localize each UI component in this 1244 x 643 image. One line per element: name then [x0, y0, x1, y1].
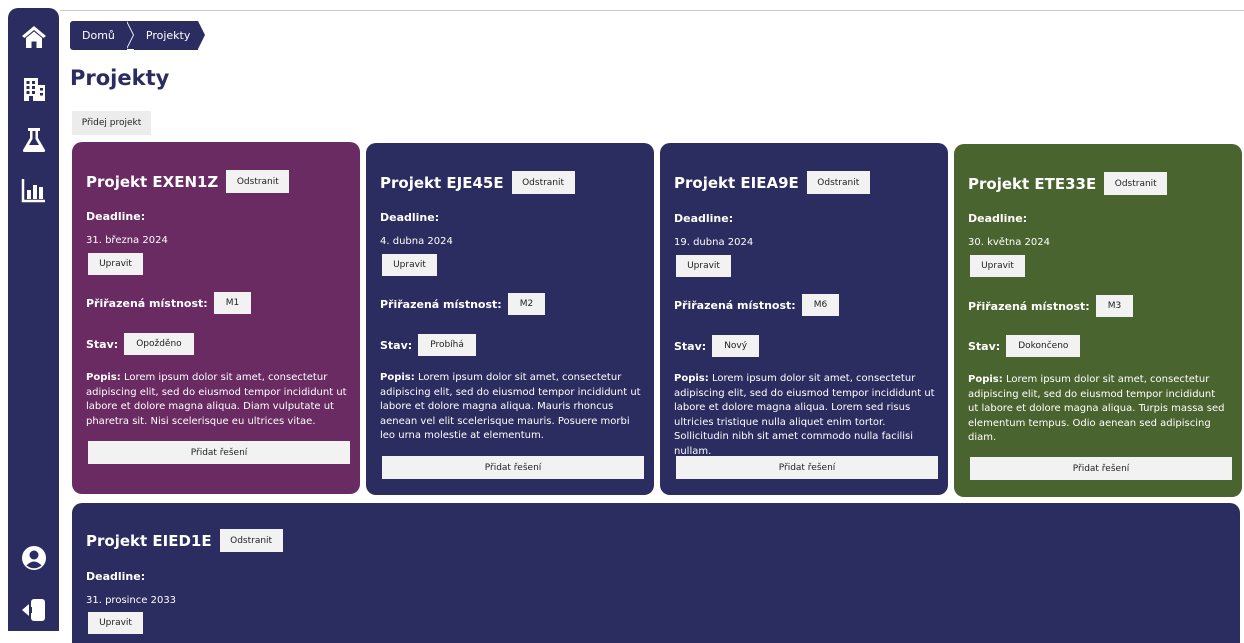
- page-title: Projekty: [70, 66, 170, 90]
- project-card: Projekt ETE33E Odstranit Deadline: 30. k…: [954, 144, 1242, 497]
- breadcrumb-projects-label: Projekty: [145, 29, 191, 42]
- breadcrumb-separator: [125, 20, 134, 49]
- project-card: Projekt EIED1E Odstranit Deadline: 31. p…: [72, 503, 1240, 643]
- status-label: Stav:: [86, 337, 119, 351]
- deadline-label: Deadline:: [674, 212, 734, 225]
- deadline-label: Deadline:: [86, 210, 146, 223]
- status-label: Stav:: [674, 339, 707, 353]
- status-select[interactable]: Probíhá: [418, 334, 476, 356]
- deadline-value: 31. března 2024: [86, 235, 168, 246]
- remove-project-button[interactable]: Odstranit: [806, 171, 870, 194]
- sidebar: [8, 8, 59, 631]
- logout-icon: [22, 599, 45, 621]
- sidebar-item-home[interactable]: [19, 22, 49, 52]
- status-row: Stav: Opožděno: [86, 333, 194, 355]
- room-label: Přiřazená místnost:: [674, 298, 796, 312]
- breadcrumb-home-label: Domů: [82, 29, 115, 42]
- user-icon: [22, 546, 46, 570]
- status-select[interactable]: Opožděno: [124, 333, 194, 355]
- room-label: Přiřazená místnost:: [380, 297, 502, 311]
- deadline-value: 19. dubna 2024: [674, 237, 754, 248]
- breadcrumb: Domů Projekty: [70, 20, 206, 50]
- edit-deadline-button[interactable]: Upravit: [970, 255, 1025, 277]
- status-label: Stav:: [968, 339, 1001, 353]
- room-select[interactable]: M1: [213, 292, 252, 314]
- building-icon: [24, 78, 45, 101]
- top-divider: [60, 10, 1244, 11]
- description-text: Lorem ipsum dolor sit amet, consectetur …: [674, 373, 935, 457]
- deadline-label: Deadline:: [968, 212, 1028, 225]
- sidebar-item-logout[interactable]: [19, 595, 49, 625]
- remove-project-button[interactable]: Odstranit: [226, 170, 290, 193]
- remove-project-button[interactable]: Odstranit: [511, 171, 575, 194]
- sidebar-item-profile[interactable]: [19, 543, 49, 573]
- edit-deadline-button[interactable]: Upravit: [676, 255, 731, 277]
- project-title: Projekt EIED1E: [86, 531, 212, 550]
- project-card: Projekt EXEN1Z Odstranit Deadline: 31. b…: [72, 142, 360, 494]
- deadline-value: 30. května 2024: [968, 237, 1050, 248]
- deadline-label: Deadline:: [380, 211, 440, 224]
- edit-deadline-button[interactable]: Upravit: [382, 254, 437, 276]
- description-text: Lorem ipsum dolor sit amet, consectetur …: [380, 372, 641, 441]
- edit-deadline-button[interactable]: Upravit: [88, 253, 143, 275]
- room-row: Přiřazená místnost: M6: [674, 294, 840, 316]
- description-text: Lorem ipsum dolor sit amet, consectetur …: [86, 372, 347, 427]
- add-project-button[interactable]: Přidej projekt: [72, 111, 151, 135]
- description-label: Popis:: [380, 372, 415, 383]
- deadline-value: 31. prosince 2033: [86, 595, 177, 606]
- sidebar-item-statistics[interactable]: [19, 175, 49, 205]
- description-label: Popis:: [86, 372, 121, 383]
- bar-chart-icon: [21, 179, 45, 203]
- project-title: Projekt EIEA9E: [674, 173, 799, 192]
- project-card: Projekt EJE45E Odstranit Deadline: 4. du…: [366, 143, 654, 495]
- breadcrumb-projects[interactable]: Projekty: [133, 21, 199, 50]
- add-solution-button[interactable]: Přidat řešení: [676, 456, 938, 479]
- project-title: Projekt ETE33E: [968, 174, 1097, 193]
- deadline-value: 4. dubna 2024: [380, 236, 453, 247]
- project-title: Projekt EJE45E: [380, 173, 504, 192]
- sidebar-item-lab[interactable]: [19, 125, 49, 155]
- room-select[interactable]: M2: [507, 293, 546, 315]
- breadcrumb-home[interactable]: Domů: [70, 21, 127, 50]
- sidebar-item-buildings[interactable]: [19, 74, 49, 104]
- status-label: Stav:: [380, 338, 413, 352]
- deadline-label: Deadline:: [86, 570, 146, 583]
- room-select[interactable]: M3: [1095, 295, 1134, 317]
- room-row: Přiřazená místnost: M2: [380, 293, 546, 315]
- project-description: Popis: Lorem ipsum dolor sit amet, conse…: [968, 373, 1226, 446]
- room-select[interactable]: M6: [801, 294, 840, 316]
- description-label: Popis:: [968, 374, 1003, 385]
- add-solution-button[interactable]: Přidat řešení: [88, 441, 350, 464]
- add-solution-button[interactable]: Přidat řešení: [970, 457, 1232, 480]
- project-description: Popis: Lorem ipsum dolor sit amet, conse…: [674, 372, 938, 459]
- project-description: Popis: Lorem ipsum dolor sit amet, conse…: [86, 371, 348, 429]
- project-card: Projekt EIEA9E Odstranit Deadline: 19. d…: [660, 143, 948, 495]
- remove-project-button[interactable]: Odstranit: [219, 529, 283, 552]
- add-solution-button[interactable]: Přidat řešení: [382, 456, 644, 479]
- status-select[interactable]: Dokončeno: [1006, 335, 1081, 357]
- status-row: Stav: Dokončeno: [968, 335, 1081, 357]
- project-title: Projekt EXEN1Z: [86, 172, 219, 191]
- flask-icon: [22, 128, 46, 152]
- room-label: Přiřazená místnost:: [86, 296, 208, 310]
- status-row: Stav: Probíhá: [380, 334, 476, 356]
- description-label: Popis:: [674, 373, 709, 384]
- project-description: Popis: Lorem ipsum dolor sit amet, conse…: [380, 371, 642, 444]
- room-row: Přiřazená místnost: M1: [86, 292, 252, 314]
- breadcrumb-end-arrow: [198, 21, 206, 49]
- remove-project-button[interactable]: Odstranit: [1104, 172, 1168, 195]
- home-icon: [22, 26, 46, 48]
- description-text: Lorem ipsum dolor sit amet, consectetur …: [968, 374, 1225, 443]
- status-select[interactable]: Nový: [712, 335, 760, 357]
- status-row: Stav: Nový: [674, 335, 760, 357]
- room-row: Přiřazená místnost: M3: [968, 295, 1134, 317]
- room-label: Přiřazená místnost:: [968, 299, 1090, 313]
